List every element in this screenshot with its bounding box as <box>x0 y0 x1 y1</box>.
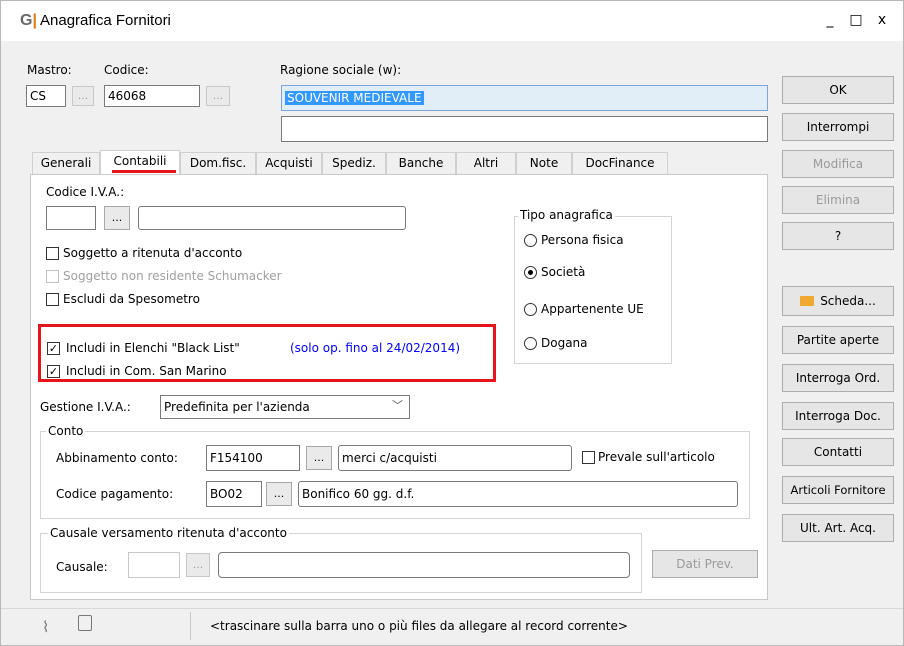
causale-lookup-button[interactable]: ... <box>186 553 210 577</box>
new-attachment-icon[interactable] <box>78 615 92 631</box>
minimize-icon: _ <box>826 12 834 28</box>
attachment-hint: <trascinare sulla barra uno o più files … <box>210 619 628 633</box>
black-list-checkbox[interactable]: ✓ <box>47 342 60 355</box>
non-residente-label: Soggetto non residente Schumacker <box>63 269 282 283</box>
soggetto-ritenuta-checkbox[interactable] <box>46 247 59 260</box>
codice-iva-input[interactable] <box>46 206 96 230</box>
ragione-sociale-input[interactable]: SOUVENIR MEDIEVALE <box>281 85 768 111</box>
tab-spediz[interactable]: Spediz. <box>322 152 386 174</box>
codice-input[interactable]: 46068 <box>104 85 200 107</box>
scheda-button[interactable]: Scheda... <box>782 286 894 316</box>
mastro-lookup-button[interactable]: ... <box>72 86 94 106</box>
tab-banche[interactable]: Banche <box>386 152 456 174</box>
elimina-button[interactable]: Elimina <box>782 186 894 214</box>
black-list-note: (solo op. fino al 24/02/2014) <box>290 341 461 355</box>
causale-title: Causale versamento ritenuta d'acconto <box>48 526 289 540</box>
codice-iva-lookup-button[interactable]: ... <box>104 206 130 230</box>
radio-appartenente-ue-label: Appartenente UE <box>541 302 644 316</box>
ragione-sociale-input-2[interactable] <box>281 116 768 142</box>
contatti-button[interactable]: Contatti <box>782 438 894 466</box>
non-residente-checkbox[interactable] <box>46 270 59 283</box>
radio-appartenente-ue[interactable] <box>524 303 537 316</box>
codice-lookup-button[interactable]: ... <box>206 86 230 106</box>
interrompi-button[interactable]: Interrompi <box>782 113 894 141</box>
tab-generali[interactable]: Generali <box>32 152 100 174</box>
radio-persona-fisica-label: Persona fisica <box>541 233 624 247</box>
prevale-articolo-checkbox[interactable] <box>582 451 595 464</box>
codice-iva-label: Codice I.V.A.: <box>46 185 125 199</box>
help-button[interactable]: ? <box>782 222 894 250</box>
radio-societa-label: Società <box>541 265 586 279</box>
ragione-sociale-selected-text: SOUVENIR MEDIEVALE <box>285 91 424 105</box>
spesometro-checkbox[interactable] <box>46 293 59 306</box>
dati-prev-button[interactable]: Dati Prev. <box>652 550 758 578</box>
app-logo-icon: G| <box>20 12 37 29</box>
gestione-iva-select[interactable]: Predefinita per l'azienda ﹀ <box>160 395 410 419</box>
abbinamento-conto-input[interactable]: F154100 <box>206 445 300 471</box>
paperclip-icon[interactable]: ⌇ <box>42 618 49 636</box>
articoli-fornitore-button[interactable]: Articoli Fornitore <box>782 476 894 504</box>
codice-label: Codice: <box>104 63 149 77</box>
interroga-ord-button[interactable]: Interroga Ord. <box>782 364 894 392</box>
radio-dogana-label: Dogana <box>541 336 588 350</box>
gestione-iva-label: Gestione I.V.A.: <box>40 400 131 414</box>
codice-pagamento-input[interactable]: BO02 <box>206 481 262 507</box>
radio-dogana[interactable] <box>524 337 537 350</box>
close-button[interactable]: x <box>862 8 902 32</box>
causale-label: Causale: <box>56 560 108 574</box>
causale-input[interactable] <box>128 552 180 578</box>
partite-aperte-button[interactable]: Partite aperte <box>782 326 894 354</box>
ult-art-acq-button[interactable]: Ult. Art. Acq. <box>782 514 894 542</box>
codice-pagamento-label: Codice pagamento: <box>56 487 174 501</box>
causale-description[interactable] <box>218 552 630 578</box>
tab-dom-fisc[interactable]: Dom.fisc. <box>180 152 256 174</box>
ragione-sociale-label: Ragione sociale (w): <box>280 63 402 77</box>
ok-button[interactable]: OK <box>782 76 894 104</box>
abbinamento-conto-description[interactable]: merci c/acquisti <box>338 445 572 471</box>
abbinamento-conto-label: Abbinamento conto: <box>56 451 178 465</box>
radio-persona-fisica[interactable] <box>524 234 537 247</box>
prevale-articolo-label: Prevale sull'articolo <box>598 450 715 464</box>
san-marino-checkbox[interactable]: ✓ <box>47 365 60 378</box>
codice-pagamento-lookup-button[interactable]: ... <box>266 482 292 506</box>
soggetto-ritenuta-label: Soggetto a ritenuta d'acconto <box>63 246 243 260</box>
window-title: Anagrafica Fornitori <box>40 12 171 29</box>
chevron-down-icon: ﹀ <box>392 399 403 412</box>
spesometro-label: Escludi da Spesometro <box>63 292 200 306</box>
mastro-input[interactable]: CS <box>26 85 66 107</box>
folder-icon <box>800 296 815 306</box>
tab-docfinance[interactable]: DocFinance <box>572 152 668 174</box>
san-marino-label: Includi in Com. San Marino <box>66 364 227 378</box>
abbinamento-conto-lookup-button[interactable]: ... <box>306 446 332 470</box>
black-list-label: Includi in Elenchi "Black List" <box>66 341 240 355</box>
maximize-icon: □ <box>849 12 863 28</box>
radio-societa[interactable] <box>524 266 537 279</box>
scheda-label: Scheda... <box>820 294 876 308</box>
tab-altri[interactable]: Altri <box>456 152 516 174</box>
close-icon: x <box>877 12 887 28</box>
modifica-button[interactable]: Modifica <box>782 150 894 178</box>
status-divider <box>190 612 191 640</box>
gestione-iva-value: Predefinita per l'azienda <box>164 400 310 414</box>
mastro-label: Mastro: <box>27 63 72 77</box>
codice-iva-description[interactable] <box>138 206 406 230</box>
codice-pagamento-description[interactable]: Bonifico 60 gg. d.f. <box>298 481 738 507</box>
conto-title: Conto <box>46 424 86 438</box>
interroga-doc-button[interactable]: Interroga Doc. <box>782 402 894 430</box>
active-tab-underline <box>112 170 176 173</box>
tab-note[interactable]: Note <box>516 152 572 174</box>
tipo-anagrafica-title: Tipo anagrafica <box>518 208 615 222</box>
tab-acquisti[interactable]: Acquisti <box>256 152 322 174</box>
